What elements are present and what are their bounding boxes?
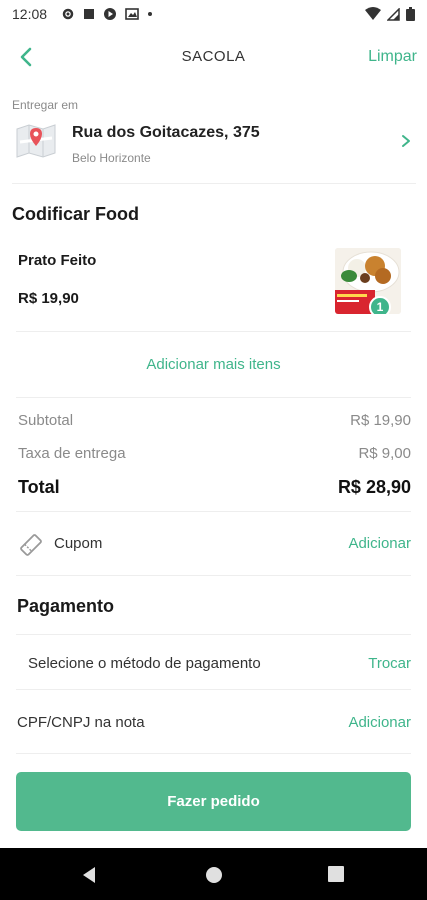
store-name: Codificar Food bbox=[12, 204, 139, 224]
payment-method-row: Selecione o método de pagamento Trocar bbox=[16, 634, 411, 690]
place-order-button[interactable]: Fazer pedido bbox=[16, 772, 411, 831]
nav-home-icon[interactable] bbox=[205, 866, 223, 884]
add-cpf-button[interactable]: Adicionar bbox=[348, 714, 411, 731]
add-more-items-button[interactable]: Adicionar mais itens bbox=[16, 332, 411, 398]
chevron-right-icon bbox=[402, 135, 410, 147]
subtotal-value: R$ 19,90 bbox=[350, 412, 411, 429]
settings-icon bbox=[62, 8, 74, 20]
nav-recents-icon[interactable] bbox=[328, 866, 344, 882]
total-value: R$ 28,90 bbox=[337, 477, 411, 497]
map-pin-icon bbox=[16, 124, 56, 158]
food-photo bbox=[335, 248, 401, 314]
change-payment-button[interactable]: Trocar bbox=[368, 655, 411, 672]
delivery-fee-label: Taxa de entrega bbox=[18, 445, 126, 462]
item-image: 1 bbox=[335, 248, 401, 314]
coupon-icon bbox=[20, 534, 42, 556]
total-row: Total R$ 28,90 bbox=[18, 477, 411, 498]
cpf-label: CPF/CNPJ na nota bbox=[17, 714, 145, 731]
clear-button[interactable]: Limpar bbox=[368, 48, 417, 66]
coupon-label: Cupom bbox=[54, 535, 103, 552]
cart-item[interactable]: Prato Feito R$ 19,90 1 bbox=[16, 240, 411, 332]
subtotal-label: Subtotal bbox=[18, 412, 74, 429]
delivery-city: Belo Horizonte bbox=[72, 151, 151, 165]
item-name: Prato Feito bbox=[18, 252, 97, 269]
signal-icon bbox=[387, 7, 400, 21]
image-icon bbox=[125, 8, 139, 20]
payment-method-label: Selecione o método de pagamento bbox=[28, 655, 261, 672]
status-bar: 12:08 bbox=[0, 0, 427, 28]
coupon-row: Cupom Adicionar bbox=[16, 512, 411, 576]
battery-icon bbox=[406, 7, 415, 21]
delivery-fee-row: Taxa de entrega R$ 9,00 bbox=[18, 445, 411, 462]
nav-back-icon[interactable] bbox=[80, 866, 98, 884]
add-coupon-button[interactable]: Adicionar bbox=[348, 535, 411, 552]
payment-title: Pagamento bbox=[17, 596, 115, 616]
order-summary: Subtotal R$ 19,90 Taxa de entrega R$ 9,0… bbox=[16, 398, 411, 512]
delivery-label: Entregar em bbox=[12, 98, 79, 112]
system-nav-bar bbox=[0, 848, 427, 900]
dot-icon bbox=[148, 12, 153, 16]
play-icon bbox=[104, 8, 117, 20]
delivery-fee-value: R$ 9,00 bbox=[358, 445, 411, 462]
page-title: SACOLA bbox=[181, 48, 246, 65]
wifi-icon bbox=[365, 7, 381, 20]
item-price: R$ 19,90 bbox=[18, 290, 79, 307]
delivery-address[interactable]: Entregar em Rua dos Goitacazes, 375 Belo… bbox=[12, 98, 416, 184]
item-quantity-badge: 1 bbox=[369, 296, 391, 314]
delivery-street: Rua dos Goitacazes, 375 bbox=[72, 124, 260, 141]
subtotal-row: Subtotal R$ 19,90 bbox=[18, 412, 411, 429]
top-bar: SACOLA Limpar bbox=[0, 36, 427, 80]
total-label: Total bbox=[18, 477, 60, 497]
status-time: 12:08 bbox=[12, 6, 48, 22]
cpf-row: CPF/CNPJ na nota Adicionar bbox=[16, 690, 411, 754]
system-icons bbox=[365, 7, 415, 21]
notification-icons bbox=[61, 7, 153, 21]
stop-icon bbox=[84, 9, 95, 19]
